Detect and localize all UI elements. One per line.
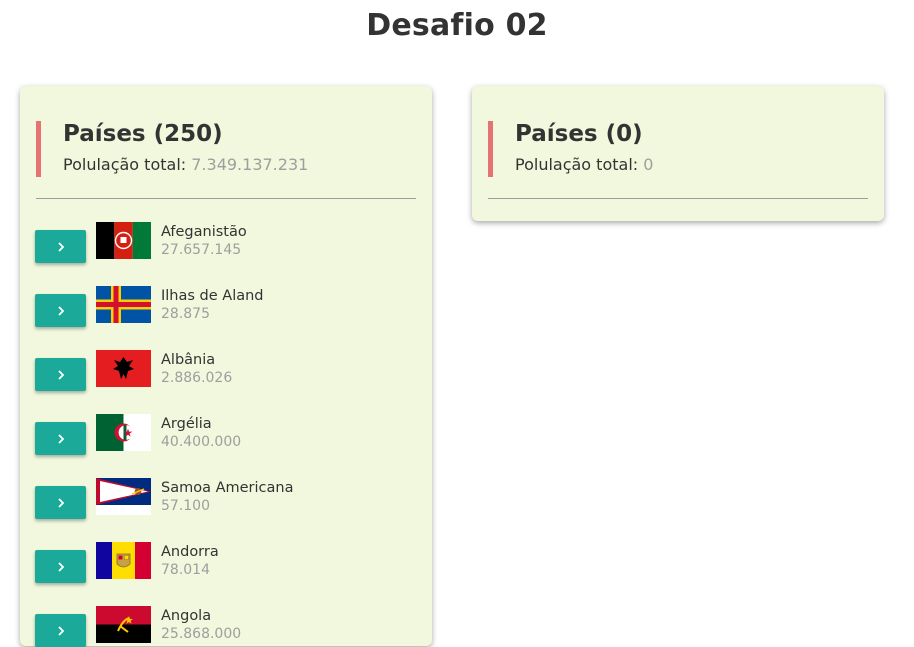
favorites-population-label: Polulação total: [515,155,639,174]
country-population: 57.100 [161,498,210,514]
country-population: 27.657.145 [161,242,242,258]
total-population-value: 7.349.137.231 [191,155,309,174]
add-country-button[interactable] [35,486,86,519]
countries-panel-header: Países (250) Polulação total: 7.349.137.… [36,121,432,177]
country-population: 40.400.000 [161,434,242,450]
favorites-population-line: Polulação total: 0 [515,155,884,174]
total-population-line: Polulação total: 7.349.137.231 [63,155,432,174]
country-name: Ilhas de Aland [161,288,264,304]
albania-flag [96,350,151,387]
panel-divider [488,198,868,199]
total-population-label: Polulação total: [63,155,187,174]
country-row: Samoa Americana 57.100 [35,478,415,519]
country-row: Albânia 2.886.026 [35,350,415,391]
add-country-button[interactable] [35,550,86,583]
country-row: Andorra 78.014 [35,542,415,583]
add-country-button[interactable] [35,358,86,391]
chevron-right-icon [57,497,64,508]
chevron-right-icon [57,433,64,444]
chevron-right-icon [57,625,64,636]
add-country-button[interactable] [35,294,86,327]
favorites-panel-title: Países (0) [515,121,643,147]
favorites-panel-header: Países (0) Polulação total: 0 [488,121,884,177]
add-country-button[interactable] [35,230,86,263]
countries-panel: Países (250) Polulação total: 7.349.137.… [20,86,432,647]
page-title: Desafio 02 [366,8,548,43]
country-population: 78.014 [161,562,210,578]
chevron-right-icon [57,305,64,316]
country-name: Andorra [161,544,219,560]
country-name: Angola [161,608,212,624]
country-row: Afeganistão 27.657.145 [35,222,415,263]
add-country-button[interactable] [35,422,86,455]
country-name: Samoa Americana [161,480,294,496]
andorra-flag [96,542,151,579]
country-population: 28.875 [161,306,210,322]
chevron-right-icon [57,369,64,380]
chevron-right-icon [57,561,64,572]
chevron-right-icon [57,241,64,252]
panel-divider [36,198,416,199]
favorites-panel: Países (0) Polulação total: 0 [472,86,884,221]
country-row: Argélia 40.400.000 [35,414,415,455]
countries-panel-title: Países (250) [63,121,223,147]
country-name: Afeganistão [161,224,247,240]
add-country-button[interactable] [35,614,86,647]
country-name: Argélia [161,416,212,432]
favorites-population-value: 0 [643,155,654,174]
country-row: Angola 25.868.000 [35,606,415,647]
country-population: 2.886.026 [161,370,233,386]
country-population: 25.868.000 [161,626,242,642]
angola-flag [96,606,151,643]
country-name: Albânia [161,352,216,368]
aland-flag [96,286,151,323]
american-samoa-flag [96,478,151,515]
algeria-flag [96,414,151,451]
afghanistan-flag [96,222,151,259]
country-row: Ilhas de Aland 28.875 [35,286,415,327]
